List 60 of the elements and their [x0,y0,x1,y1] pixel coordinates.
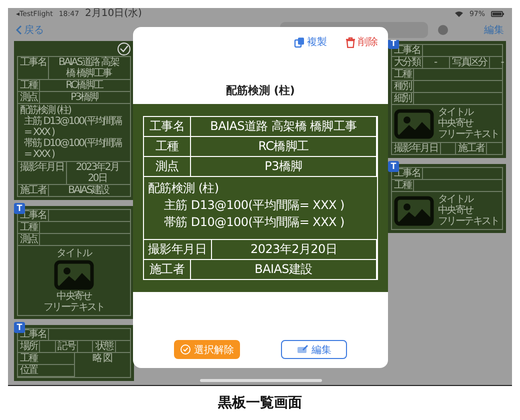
field-label: 施工者 [456,143,488,154]
template-badge: T [388,161,399,172]
field-value: RC橋脚工 [191,137,377,156]
field-label: 撮影年月日 [144,240,212,259]
field-label: 位置 [19,365,39,376]
board-text: 帯筋 D10@100(平均間隔= XXX ) [163,214,346,231]
field-label: 状態 [93,341,116,352]
field-label: 測点 [18,234,40,245]
dialog-title: 配筋検測 (柱) [225,83,296,98]
field-label: 写真区分 [450,57,490,68]
field-label: 工種 [144,137,191,156]
field-label: 工事名 [144,117,191,136]
field-label: 撮影年月日 [18,162,67,184]
board-note: 中央寄せ [56,291,92,302]
photo-title: タイトル [56,248,92,259]
field-label: 測点 [18,92,40,103]
board-note: 中央寄せ [438,118,474,129]
field-value: RC橋脚工 [64,80,104,91]
field-label: 測点 [144,157,191,176]
board-text: 主筋 D13@100(平均間隔= XXX ) [23,116,123,138]
field-label: 工種 [18,222,40,233]
field-label: 撮影年月日 [392,143,441,154]
status-date: 2月10日(水) [85,8,142,20]
field-value: - [423,57,450,68]
field-label: 場所 [18,341,40,352]
field-label: 大分類 [392,57,424,68]
field-value: BAIAS建設 [67,185,110,196]
board-note: フリーテキスト [438,216,499,227]
photo-title: タイトル [438,107,474,118]
field-value: BAIAS道路 高架橋 橋脚工事 [58,57,120,79]
caption: 黒板一覧画面 [217,394,303,412]
photo-title: 略 図 [92,353,113,364]
field-label: 工事名 [18,57,50,79]
board-text: 帯筋 D10@100(平均間隔= XXX ) [23,138,123,160]
template-badge: T [14,322,25,333]
field-label: 種別 [392,81,414,92]
field-label: 工種 [18,80,40,91]
field-value: 2023年2月20日 [212,240,377,259]
field-value: P3橋脚 [70,92,100,103]
board-text: 配筋検測 (柱) [20,105,72,116]
field-value: BAIAS建設 [191,260,377,279]
photo-title: タイトル [438,194,474,205]
board-note: フリーテキスト [44,302,104,313]
board-text: 主筋 D13@100(平均間隔= XXX ) [163,197,346,214]
board-text: 配筋検測 (柱) [148,180,220,197]
template-badge: T [388,40,399,49]
board-note: 中央寄せ [438,205,474,216]
field-label: 工種 [19,353,39,364]
field-value: - [500,57,505,68]
field-label: 施工者 [18,185,50,196]
field-label: 記号 [56,341,78,352]
field-label: 工種 [392,69,414,80]
board-note: フリーテキスト [438,129,499,140]
field-label: 工種 [392,180,414,191]
field-value: P3橋脚 [191,157,377,176]
field-value: BAIAS道路 高架橋 橋脚工事 [191,117,377,136]
field-value: 2023年2月20日 [74,162,120,184]
template-badge: T [14,203,25,214]
field-label: 細別 [392,93,414,104]
field-label: 施工者 [144,260,191,279]
